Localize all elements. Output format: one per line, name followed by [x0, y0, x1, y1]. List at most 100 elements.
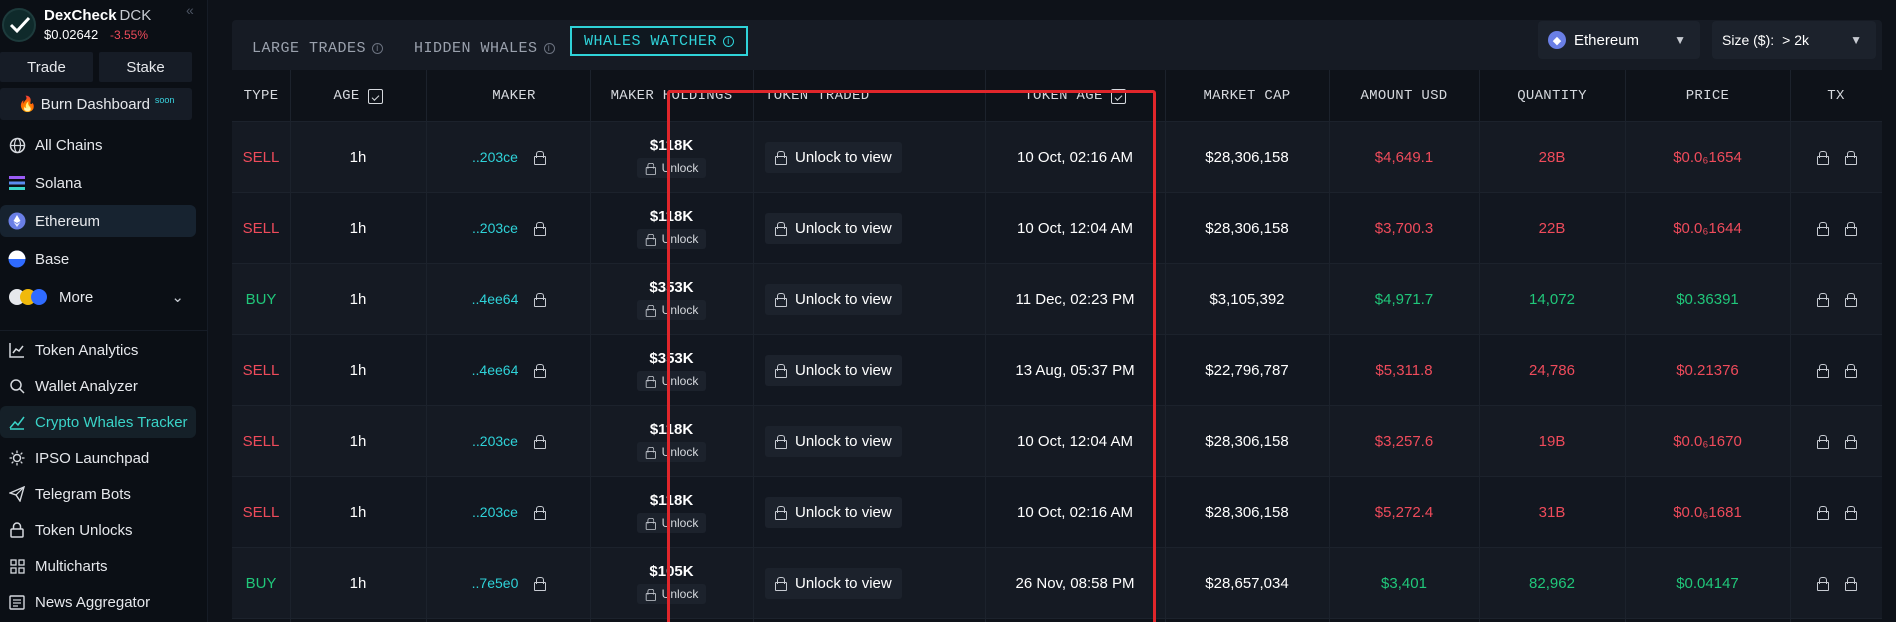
chain-stack-icon — [8, 288, 50, 306]
chevron-down-icon: ⌄ — [171, 289, 184, 306]
lock-icon[interactable] — [1817, 364, 1829, 378]
sidebar-item-wallet-analyzer[interactable]: Wallet Analyzer — [0, 370, 196, 402]
col-type[interactable]: TYPE — [232, 70, 290, 122]
unlock-label: Unlock — [661, 586, 699, 601]
sidebar-item-all-chains[interactable]: All Chains — [0, 129, 196, 161]
unlock-to-view-button[interactable]: Unlock to view — [765, 425, 902, 457]
unlock-to-view-button[interactable]: Unlock to view — [765, 496, 902, 528]
lock-icon[interactable] — [1845, 506, 1857, 520]
lock-icon[interactable] — [533, 435, 546, 449]
maker-address-link[interactable]: ..203ce — [472, 220, 518, 236]
lock-icon[interactable] — [1817, 293, 1829, 307]
trade-age: 1h — [349, 148, 367, 166]
search-icon — [8, 377, 26, 395]
table-header: TYPE AGE MAKER MAKER HOLDINGS TOKEN TRAD… — [232, 70, 1882, 122]
sidebar-item-token-unlocks[interactable]: Token Unlocks — [0, 514, 196, 546]
maker-address-link[interactable]: ..4ee64 — [472, 291, 519, 307]
sidebar-item-crypto-whales-tracker[interactable]: Crypto Whales Tracker — [0, 406, 196, 438]
stake-button[interactable]: Stake — [99, 52, 192, 82]
col-age[interactable]: AGE — [290, 70, 426, 122]
unlock-button[interactable]: Unlock — [636, 583, 707, 604]
sidebar-item-label: IPSO Launchpad — [35, 449, 150, 467]
sidebar-item-ethereum[interactable]: Ethereum — [0, 205, 196, 237]
col-token-traded[interactable]: TOKEN TRADED — [753, 70, 881, 122]
table-row[interactable]: SELL 1h ..203ce $118K Unlock Unlock to view 10… — [232, 193, 1882, 264]
maker-address-link[interactable]: ..203ce — [472, 504, 518, 520]
unlock-button[interactable]: Unlock — [636, 370, 707, 391]
col-amount-usd[interactable]: AMOUNT USD — [1329, 70, 1479, 122]
lock-icon[interactable] — [1845, 222, 1857, 236]
tab-large-trades[interactable]: LARGE TRADES i — [252, 34, 384, 62]
tab-whales-watcher[interactable]: WHALES WATCHER i — [570, 26, 749, 56]
lock-icon[interactable] — [1817, 577, 1829, 591]
unlock-to-view-button[interactable]: Unlock to view — [765, 567, 902, 599]
lock-icon[interactable] — [1845, 151, 1857, 165]
sidebar-item-solana[interactable]: Solana — [0, 167, 196, 199]
lock-icon[interactable] — [534, 577, 547, 591]
unlock-button[interactable]: Unlock — [636, 441, 707, 462]
lock-icon[interactable] — [1845, 293, 1857, 307]
trade-age: 1h — [349, 219, 367, 237]
trade-age: 1h — [349, 503, 367, 521]
tx-cell — [1790, 264, 1882, 334]
unlock-button[interactable]: Unlock — [636, 512, 707, 533]
lock-icon[interactable] — [534, 364, 547, 378]
unlock-button[interactable]: Unlock — [636, 228, 707, 249]
maker-holdings-value: $118K — [649, 491, 694, 509]
chain-select[interactable]: ◆ Ethereum ▼ — [1538, 21, 1700, 59]
table-row[interactable]: SELL 1h ..4ee64 $353K Unlock Unlock to view 13… — [232, 335, 1882, 406]
chevron-down-icon: ▼ — [1850, 33, 1862, 47]
lock-icon[interactable] — [1845, 435, 1857, 449]
burn-dashboard-button[interactable]: 🔥 Burn Dashboard soon — [0, 88, 192, 120]
col-tx[interactable]: TX — [1790, 70, 1882, 122]
trade-button[interactable]: Trade — [0, 52, 93, 82]
table-row[interactable]: SELL 1h ..203ce $118K Unlock Unlock to view 10… — [232, 406, 1882, 477]
sidebar-item-token-analytics[interactable]: Token Analytics — [0, 334, 196, 366]
col-maker[interactable]: MAKER — [426, 70, 602, 122]
col-age-label: AGE — [333, 88, 360, 104]
sidebar-item-news-aggregator[interactable]: News Aggregator — [0, 586, 196, 618]
sidebar-item-ipso-launchpad[interactable]: IPSO Launchpad — [0, 442, 196, 474]
col-price[interactable]: PRICE — [1625, 70, 1790, 122]
tx-cell — [1790, 477, 1882, 547]
col-maker-holdings[interactable]: MAKER HOLDINGS — [590, 70, 753, 122]
tab-hidden-whales[interactable]: HIDDEN WHALES i — [414, 34, 555, 62]
maker-address-link[interactable]: ..203ce — [472, 433, 518, 449]
unlock-to-view-label: Unlock to view — [795, 361, 892, 379]
table-row[interactable]: BUY 1h ..7e5e0 $105K Unlock Unlock to view 26 … — [232, 548, 1882, 619]
unlock-button[interactable]: Unlock — [636, 299, 707, 320]
col-quantity[interactable]: QUANTITY — [1479, 70, 1625, 122]
unlock-to-view-button[interactable]: Unlock to view — [765, 354, 902, 386]
collapse-sidebar-icon[interactable]: « — [186, 2, 194, 18]
maker-address-link[interactable]: ..4ee64 — [472, 362, 519, 378]
sidebar-item-more[interactable]: More ⌄ — [0, 281, 196, 313]
table-row[interactable]: SELL 1h ..203ce $118K Unlock Unlock to view 10… — [232, 122, 1882, 193]
sidebar-item-base[interactable]: Base — [0, 243, 196, 275]
column-divider — [1165, 70, 1166, 622]
unlock-to-view-button[interactable]: Unlock to view — [765, 283, 902, 315]
maker-address-link[interactable]: ..7e5e0 — [472, 575, 519, 591]
unlock-to-view-button[interactable]: Unlock to view — [765, 212, 902, 244]
trade-type: BUY — [245, 574, 277, 592]
size-select[interactable]: Size ($): > 2k ▼ — [1712, 21, 1876, 59]
lock-icon[interactable] — [1817, 151, 1829, 165]
lock-icon[interactable] — [533, 506, 546, 520]
lock-icon[interactable] — [1817, 506, 1829, 520]
lock-icon[interactable] — [1817, 435, 1829, 449]
sidebar-item-telegram-bots[interactable]: Telegram Bots — [0, 478, 196, 510]
lock-icon[interactable] — [1845, 364, 1857, 378]
unlock-button[interactable]: Unlock — [636, 157, 707, 178]
col-market-cap[interactable]: MARKET CAP — [1165, 70, 1329, 122]
sidebar-item-multicharts[interactable]: Multicharts — [0, 550, 196, 582]
col-token-age[interactable]: TOKEN AGE — [985, 70, 1165, 122]
lock-icon[interactable] — [1845, 577, 1857, 591]
lock-icon[interactable] — [1817, 222, 1829, 236]
lock-icon[interactable] — [533, 151, 546, 165]
lock-icon[interactable] — [533, 222, 546, 236]
lock-icon[interactable] — [534, 293, 547, 307]
table-row[interactable]: BUY 1h ..4ee64 $353K Unlock Unlock to view 11 … — [232, 264, 1882, 335]
table-row[interactable]: SELL 1h ..203ce $118K Unlock Unlock to view 10… — [232, 477, 1882, 548]
lock-icon — [775, 222, 787, 236]
maker-address-link[interactable]: ..203ce — [472, 149, 518, 165]
unlock-to-view-button[interactable]: Unlock to view — [765, 141, 902, 173]
